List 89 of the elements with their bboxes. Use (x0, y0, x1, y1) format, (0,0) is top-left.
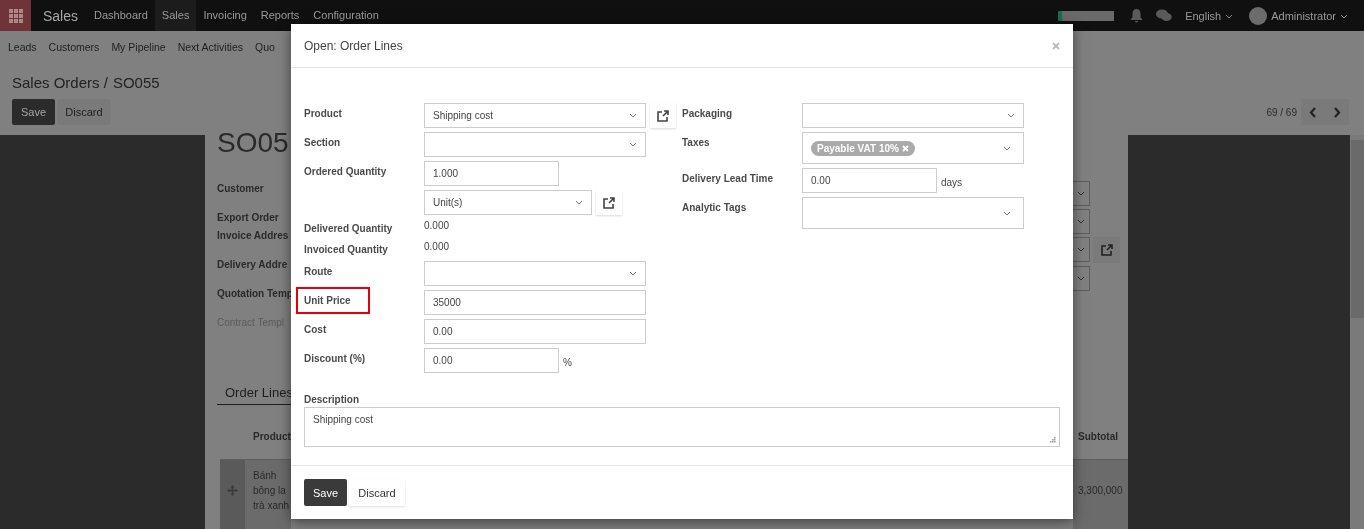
close-icon[interactable] (1052, 41, 1060, 50)
unit-label: days (941, 176, 963, 188)
field-label: Delivered Quantity (304, 222, 393, 234)
menu-item[interactable]: Dashboard (87, 0, 155, 31)
avatar-icon (1249, 6, 1268, 25)
save-button[interactable]: Save (12, 99, 55, 125)
caret-icon (1225, 13, 1234, 19)
breadcrumb-current: SO055 (112, 74, 160, 91)
submenu-item[interactable]: Customers (48, 40, 100, 53)
field-label: Delivery Addre (217, 259, 289, 271)
input-field[interactable]: 0.00 (424, 348, 559, 373)
field-label: Taxes (682, 136, 710, 148)
chevron-down-icon (1003, 145, 1011, 151)
menu-item[interactable]: Reports (253, 0, 307, 31)
chevron-right-icon (1333, 106, 1341, 118)
field-label: Description (304, 394, 360, 405)
field-label: Section (304, 136, 341, 148)
field-label: Packaging (682, 107, 733, 119)
language-menu[interactable]: English (1185, 9, 1234, 22)
field-label: Customer (217, 183, 265, 195)
unit-label: % (563, 356, 572, 368)
submenu-item[interactable]: Leads (8, 40, 37, 53)
tags-field[interactable] (802, 197, 1024, 229)
input-field[interactable]: 0.00 (802, 168, 937, 193)
description-field[interactable]: Shipping cost (304, 407, 1060, 447)
save-button[interactable]: Save (304, 479, 347, 506)
chevron-down-icon (575, 200, 583, 205)
menu-item[interactable]: Invoicing (196, 0, 254, 31)
remove-icon[interactable] (901, 144, 909, 152)
submenu-item[interactable]: Next Activities (177, 40, 243, 53)
field-label: Product (304, 107, 342, 119)
chevron-down-icon (629, 142, 637, 147)
submenu-item[interactable]: Quo (255, 40, 275, 53)
discard-button[interactable]: Discard (349, 479, 405, 506)
drag-handle-icon[interactable] (227, 485, 238, 496)
dialog-title: Open: Order Lines (304, 38, 404, 53)
field-label: Invoiced Quantity (304, 243, 388, 255)
apps-menu-icon[interactable] (0, 0, 31, 31)
field-label: Discount (%) (304, 352, 366, 364)
field-value: 0.000 (424, 240, 450, 254)
field-label: Analytic Tags (682, 201, 747, 213)
caret-icon (1340, 13, 1348, 19)
submenu-item[interactable]: My Pipeline (111, 40, 166, 53)
input-field[interactable]: 1.000 (424, 161, 559, 186)
column-header: Product (253, 431, 291, 442)
chevron-down-icon (1007, 113, 1015, 118)
discard-button[interactable]: Discard (57, 99, 111, 125)
user-menu[interactable]: Administrator (1271, 9, 1348, 22)
chevron-down-icon (1003, 210, 1011, 216)
field-value: 0.000 (424, 219, 450, 233)
input-field[interactable]: 0.00 (424, 319, 646, 344)
field-label: Export Order (217, 212, 280, 224)
external-link-button[interactable] (650, 103, 676, 128)
resize-grip-icon[interactable] (1050, 437, 1056, 443)
external-link-icon (1100, 244, 1113, 256)
field-label: Invoice Addres (217, 230, 290, 242)
chevron-down-icon (1077, 219, 1085, 224)
record-title: SO05 (217, 129, 290, 157)
external-link-button[interactable] (596, 190, 622, 215)
chevron-down-icon (1077, 276, 1085, 281)
input-field[interactable]: 35000 (424, 290, 646, 315)
pager-value: 69 / 69 (1266, 106, 1297, 118)
field-label: Unit Price (296, 287, 370, 314)
external-link-button[interactable] (1093, 237, 1120, 263)
select-field[interactable]: Shipping cost (424, 103, 646, 128)
breadcrumb-link[interactable]: Sales Orders / (12, 74, 108, 91)
field-label: Ordered Quantity (304, 165, 387, 177)
chevron-down-icon (629, 113, 637, 118)
chat-icon[interactable] (1156, 9, 1173, 22)
table-cell-text: bông la (253, 484, 287, 498)
indicator-bar (1058, 10, 1115, 21)
chevron-left-icon (1309, 106, 1317, 118)
select-field[interactable]: Unit(s) (424, 190, 592, 215)
field-label: Delivery Lead Time (682, 172, 773, 184)
field-label: Route (304, 265, 333, 277)
external-link-icon (657, 109, 669, 122)
external-link-icon (603, 196, 615, 209)
column-header: Subtotal (1078, 431, 1119, 442)
bell-icon[interactable] (1130, 8, 1144, 23)
chevron-down-icon (1077, 191, 1085, 196)
app-name: Sales (43, 7, 79, 24)
table-cell-text: trà xanh (253, 499, 290, 513)
table-cell-text: Bánh (253, 469, 278, 483)
chevron-down-icon (629, 271, 637, 276)
menu-item[interactable]: Sales (154, 0, 197, 31)
field-label: Cost (304, 323, 327, 335)
scrollbar-thumb[interactable] (1351, 140, 1364, 318)
table-cell: 3,300,000 (1078, 485, 1123, 496)
chevron-down-icon (1077, 247, 1085, 252)
